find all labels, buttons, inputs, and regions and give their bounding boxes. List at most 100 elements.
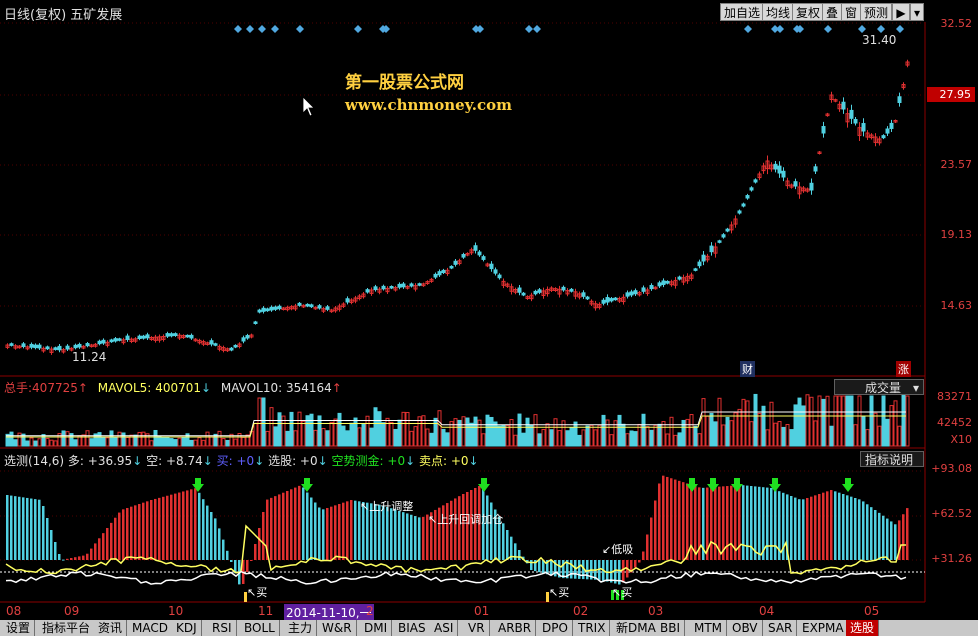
- tab-15[interactable]: TRIX: [574, 620, 611, 636]
- tab-14[interactable]: DPO: [538, 620, 573, 636]
- tab-9[interactable]: DMI: [360, 620, 393, 636]
- candle-body: [77, 343, 82, 348]
- indicator-bar: [310, 497, 313, 560]
- volume-bar: [829, 425, 834, 447]
- volume-dropdown[interactable]: 成交量 ▾: [834, 379, 924, 395]
- mai-value: 买: +0: [216, 454, 255, 468]
- volume-bar: [381, 422, 386, 447]
- tab-17[interactable]: BBI: [656, 620, 686, 636]
- indicator-bar: [862, 501, 865, 560]
- indicator-bar: [646, 534, 649, 560]
- indicator-bar: [334, 505, 337, 560]
- volume-bar: [41, 434, 46, 447]
- tab-22[interactable]: 选股: [846, 620, 880, 636]
- candle-body: [45, 346, 50, 350]
- indicator-bar: [262, 512, 265, 560]
- indicator-bar: [810, 496, 813, 560]
- indicator-bar: [398, 510, 401, 560]
- tab-2[interactable]: 资讯: [94, 620, 128, 636]
- green-down-arrow: [707, 478, 719, 492]
- indicator-bar: [342, 502, 345, 560]
- indicator-bar: [50, 530, 53, 560]
- indicator-bar: [318, 507, 321, 560]
- indicator-bar: [106, 528, 109, 560]
- tab-21[interactable]: EXPMA: [798, 620, 849, 636]
- indicator-bar: [138, 504, 141, 560]
- volume-bar: [121, 432, 126, 447]
- indicator-bar: [838, 492, 841, 560]
- volume-bar: [445, 432, 450, 447]
- tab-6[interactable]: BOLL: [240, 620, 280, 636]
- volume-bar: [73, 439, 78, 447]
- tab-7[interactable]: 主力: [284, 620, 318, 636]
- indicator-bar: [822, 492, 825, 560]
- annotation-rise-pullback: ↖上升回调加仓: [428, 513, 504, 526]
- tab-12[interactable]: VR: [464, 620, 490, 636]
- tab-20[interactable]: SAR: [764, 620, 798, 636]
- candle-body: [29, 343, 34, 348]
- volume-bar: [845, 395, 850, 447]
- indicator-bar: [550, 560, 553, 576]
- indicator-bar: [190, 489, 193, 560]
- tab-4[interactable]: KDJ: [172, 620, 202, 636]
- indicator-bar: [126, 508, 129, 560]
- candle-body: [641, 287, 646, 292]
- candle-body: [477, 251, 482, 256]
- indicator-explain-button[interactable]: 指标说明: [860, 451, 924, 467]
- volume-bar: [605, 419, 610, 447]
- candle-body: [717, 240, 722, 243]
- volume-bar: [725, 416, 730, 447]
- candle-body: [461, 254, 466, 258]
- tab-11[interactable]: ASI: [430, 620, 459, 636]
- candle-body: [889, 122, 894, 129]
- tab-8[interactable]: W&R: [318, 620, 357, 636]
- tab-13[interactable]: ARBR: [494, 620, 537, 636]
- indicator-bar: [394, 509, 397, 560]
- candle-body: [809, 182, 814, 191]
- tab-3[interactable]: MACD: [128, 620, 173, 636]
- indicator-name: 选测(14,6): [4, 454, 65, 468]
- indicator-bar: [674, 479, 677, 560]
- indicator-bar: [210, 512, 213, 560]
- tab-18[interactable]: MTM: [690, 620, 728, 636]
- volume-bar: [625, 433, 630, 447]
- tab-5[interactable]: RSI: [208, 620, 237, 636]
- tab-0[interactable]: 设置: [2, 620, 36, 636]
- watermark-title: 第一股票公式网: [345, 73, 464, 93]
- candle-body: [373, 286, 378, 291]
- y-label-1: 32.52: [940, 17, 973, 30]
- indicator-bar: [54, 542, 57, 560]
- volume-bar: [793, 404, 798, 447]
- candle-body: [677, 276, 682, 280]
- watermark-url: www.chnmoney.com: [345, 96, 512, 114]
- candle-body: [73, 344, 78, 349]
- volume-bar: [105, 437, 110, 447]
- volume-bar: [225, 439, 230, 447]
- candle-body: [709, 245, 714, 253]
- indicator-bar: [530, 560, 533, 570]
- limit-up-badge[interactable]: 涨: [896, 361, 911, 377]
- finance-badge[interactable]: 财: [740, 361, 755, 377]
- tab-1[interactable]: 指标平台: [38, 620, 96, 636]
- volume-bar: [737, 408, 742, 447]
- volume-bar: [161, 436, 166, 447]
- volume-bar: [489, 416, 494, 447]
- volume-bar: [569, 427, 574, 447]
- volume-bar: [369, 427, 374, 447]
- tab-10[interactable]: BIAS: [394, 620, 431, 636]
- candle-body: [609, 298, 614, 302]
- indicator-bar: [178, 492, 181, 560]
- tab-16[interactable]: 新DMA: [612, 620, 661, 636]
- tab-19[interactable]: OBV: [728, 620, 763, 636]
- candle-body: [9, 343, 14, 346]
- candle-body: [489, 263, 494, 270]
- signal-diamonds: [234, 25, 904, 33]
- volume-bar: [209, 436, 214, 447]
- volume-bar: [353, 417, 358, 447]
- indicator-bar: [118, 512, 121, 560]
- candle-body: [117, 338, 122, 341]
- candle-body: [633, 290, 638, 295]
- volume-bar: [425, 428, 430, 447]
- annotation-buy-3: ↖买: [612, 586, 633, 599]
- volume-bar: [781, 426, 786, 447]
